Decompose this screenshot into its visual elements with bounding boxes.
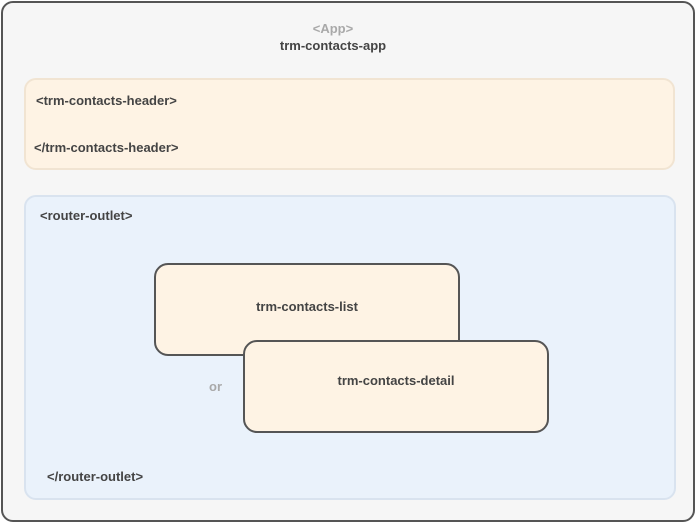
app-tag-label: <App> bbox=[312, 21, 354, 36]
header-component-box bbox=[24, 78, 675, 170]
header-open-tag: <trm-contacts-header> bbox=[36, 93, 177, 108]
router-outlet-close-tag: </router-outlet> bbox=[47, 469, 144, 484]
or-label: or bbox=[209, 379, 222, 394]
contacts-detail-label: trm-contacts-detail bbox=[337, 373, 455, 388]
contacts-list-label: trm-contacts-list bbox=[256, 299, 358, 314]
router-outlet-open-tag: <router-outlet> bbox=[40, 208, 133, 223]
app-name-label: trm-contacts-app bbox=[279, 38, 387, 53]
contacts-detail-component: trm-contacts-detail bbox=[243, 340, 549, 433]
header-close-tag: </trm-contacts-header> bbox=[34, 140, 179, 155]
